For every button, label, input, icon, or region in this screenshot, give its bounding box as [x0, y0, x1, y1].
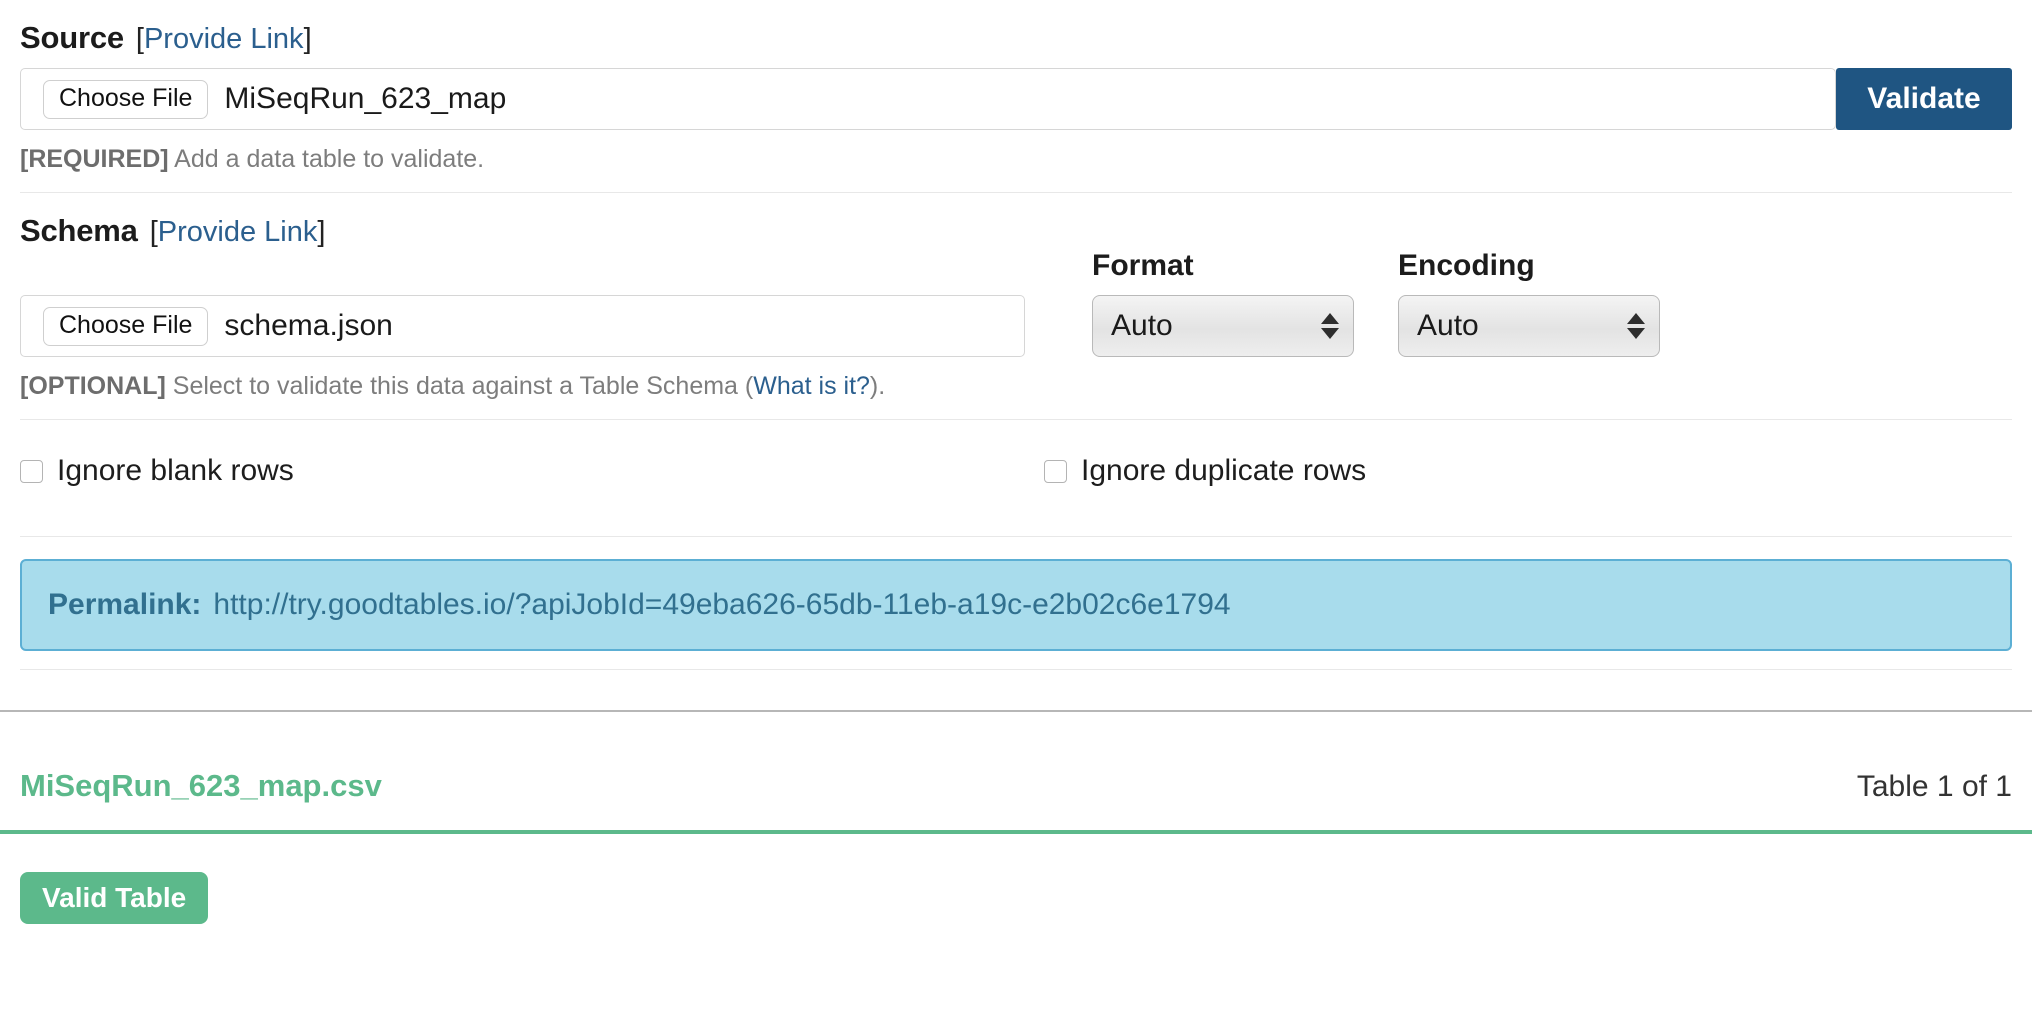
what-is-it-link[interactable]: What is it?	[753, 372, 870, 400]
schema-provide-link-wrap: [Provide Link]	[150, 216, 326, 249]
ignore-duplicate-rows-option[interactable]: Ignore duplicate rows	[1044, 454, 1366, 488]
permalink-section: Permalink: http://try.goodtables.io/?api…	[20, 537, 2012, 651]
schema-heading: Schema	[20, 213, 138, 248]
schema-optional-tag: [OPTIONAL]	[20, 372, 166, 400]
permalink-banner: Permalink: http://try.goodtables.io/?api…	[20, 559, 2012, 651]
source-helper-text: [REQUIRED] Add a data table to validate.	[20, 144, 2012, 174]
bracket-close-schema: ]	[317, 216, 326, 248]
schema-file-row: Choose File schema.json	[20, 295, 1068, 357]
source-helper-body: Add a data table to validate.	[168, 145, 485, 173]
encoding-selected-value: Auto	[1417, 309, 1479, 342]
format-selected-value: Auto	[1111, 309, 1173, 342]
schema-provide-link[interactable]: Provide Link	[158, 216, 318, 248]
schema-helper-after: ).	[869, 372, 886, 400]
source-file-input[interactable]: Choose File MiSeqRun_623_map	[20, 68, 1836, 130]
ignore-blank-rows-label: Ignore blank rows	[57, 454, 294, 487]
ignore-duplicate-rows-label: Ignore duplicate rows	[1081, 454, 1367, 487]
schema-file-name: schema.json	[224, 309, 393, 342]
result-table-filename[interactable]: MiSeqRun_623_map.csv	[20, 768, 382, 804]
source-provide-link[interactable]: Provide Link	[144, 23, 304, 55]
schema-helper-text: [OPTIONAL] Select to validate this data …	[20, 371, 2012, 401]
permalink-label: Permalink:	[48, 588, 202, 621]
schema-helper-before: Select to validate this data against a T…	[165, 372, 754, 400]
encoding-select[interactable]: Auto	[1398, 295, 1660, 357]
schema-label-row: Schema [Provide Link]	[20, 193, 2012, 249]
schema-file-input[interactable]: Choose File schema.json	[20, 295, 1025, 357]
format-label: Format	[1092, 249, 1194, 282]
source-heading: Source	[20, 20, 124, 55]
chevron-updown-icon-format	[1321, 313, 1339, 339]
source-required-tag: [REQUIRED]	[20, 145, 169, 173]
encoding-label: Encoding	[1398, 249, 1535, 282]
schema-choose-file-button[interactable]: Choose File	[43, 306, 209, 346]
result-table-count: Table 1 of 1	[1856, 770, 2012, 803]
validator-page: Source [Provide Link] Choose File MiSeqR…	[0, 0, 2032, 924]
options-row: Ignore blank rows Ignore duplicate rows	[20, 420, 2012, 518]
permalink-url[interactable]: http://try.goodtables.io/?apiJobId=49eba…	[213, 588, 1230, 622]
results-header: MiSeqRun_623_map.csv Table 1 of 1	[20, 712, 2012, 830]
chevron-updown-icon-encoding	[1627, 313, 1645, 339]
checkbox-icon-ignore-blank-rows[interactable]	[20, 459, 43, 483]
source-file-row: Choose File MiSeqRun_623_map Validate	[20, 68, 2012, 130]
source-label-row: Source [Provide Link]	[20, 0, 2012, 56]
schema-row: Choose File schema.json Format Auto Enco…	[20, 249, 2012, 357]
source-choose-file-button[interactable]: Choose File	[43, 79, 209, 119]
bracket-open-source: [	[135, 23, 144, 55]
ignore-blank-rows-option[interactable]: Ignore blank rows	[20, 454, 1044, 488]
bracket-close-source: ]	[303, 23, 312, 55]
format-group: Format Auto	[1092, 249, 1354, 357]
status-badge: Valid Table	[20, 872, 209, 924]
bracket-open-schema: [	[149, 216, 158, 248]
format-select[interactable]: Auto	[1092, 295, 1354, 357]
source-provide-link-wrap: [Provide Link]	[136, 23, 312, 56]
schema-left-column: Choose File schema.json	[20, 283, 1068, 357]
validate-button[interactable]: Validate	[1836, 68, 2012, 130]
checkbox-icon-ignore-duplicate-rows[interactable]	[1044, 459, 1067, 483]
status-badge-row: Valid Table	[20, 834, 2012, 924]
source-file-name: MiSeqRun_623_map	[224, 82, 507, 115]
encoding-group: Encoding Auto	[1398, 249, 1660, 357]
